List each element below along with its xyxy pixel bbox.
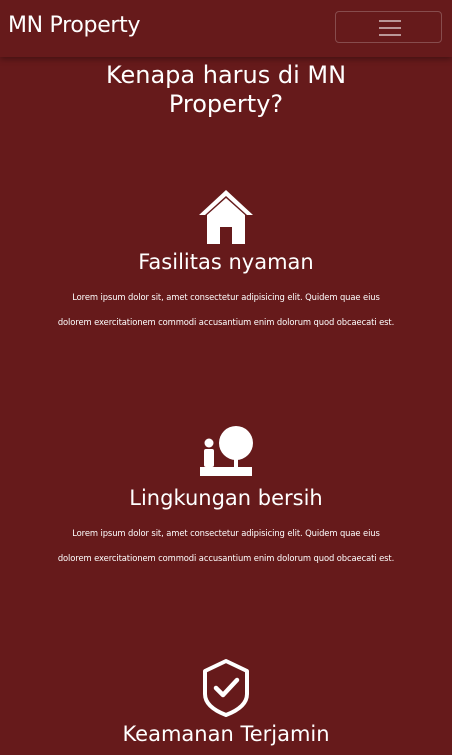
navbar-toggler-button[interactable] — [335, 11, 442, 43]
feature-description: Lorem ipsum dolor sit, amet consectetur … — [57, 528, 395, 563]
navbar: MN Property — [0, 0, 452, 57]
section-title: Kenapa harus di MN Property? — [105, 61, 347, 118]
navbar-brand[interactable]: MN Property — [8, 13, 141, 38]
house-icon — [199, 190, 253, 244]
person-tree-icon — [200, 426, 253, 476]
feature-title: Lingkungan bersih — [129, 486, 323, 510]
shield-check-icon — [203, 659, 249, 717]
feature-title: Fasilitas nyaman — [138, 250, 314, 274]
feature-title: Keamanan Terjamin — [122, 722, 330, 746]
feature-description: Lorem ipsum dolor sit, amet consectetur … — [57, 292, 395, 327]
